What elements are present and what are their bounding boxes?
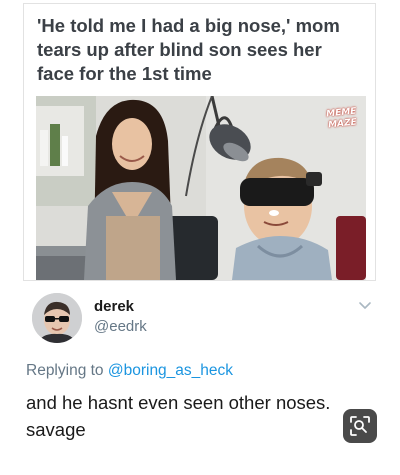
reply-to-link[interactable]: @boring_as_heck bbox=[108, 362, 233, 379]
tweet-text-line-2: savage bbox=[26, 419, 86, 440]
chevron-down-icon[interactable] bbox=[357, 298, 373, 314]
headline-line-2: tears up after blind son sees her bbox=[37, 39, 322, 60]
tweet-text-line-1: and he hasnt even seen other noses. bbox=[26, 392, 331, 413]
user-handle[interactable]: @eedrk bbox=[94, 318, 147, 335]
article-photo: MEME MAZE bbox=[36, 96, 366, 280]
avatar-image bbox=[32, 293, 82, 343]
display-name[interactable]: derek bbox=[94, 298, 134, 315]
replying-to-line: Replying to @boring_as_heck bbox=[26, 362, 233, 380]
replying-to-label: Replying to bbox=[26, 362, 108, 379]
avatar[interactable] bbox=[32, 293, 82, 343]
article-headline: 'He told me I had a big nose,' mom tears… bbox=[37, 14, 367, 86]
visual-search-icon bbox=[350, 416, 370, 436]
headline-line-3: face for the 1st time bbox=[37, 63, 212, 84]
news-card: 'He told me I had a big nose,' mom tears… bbox=[23, 3, 376, 281]
photo-illustration bbox=[36, 96, 366, 280]
tweet-text: and he hasnt even seen other noses. sava… bbox=[26, 389, 376, 443]
headline-line-1: 'He told me I had a big nose,' mom bbox=[37, 15, 340, 36]
meme-maze-watermark: MEME MAZE bbox=[321, 106, 363, 132]
visual-search-button[interactable] bbox=[343, 409, 377, 443]
